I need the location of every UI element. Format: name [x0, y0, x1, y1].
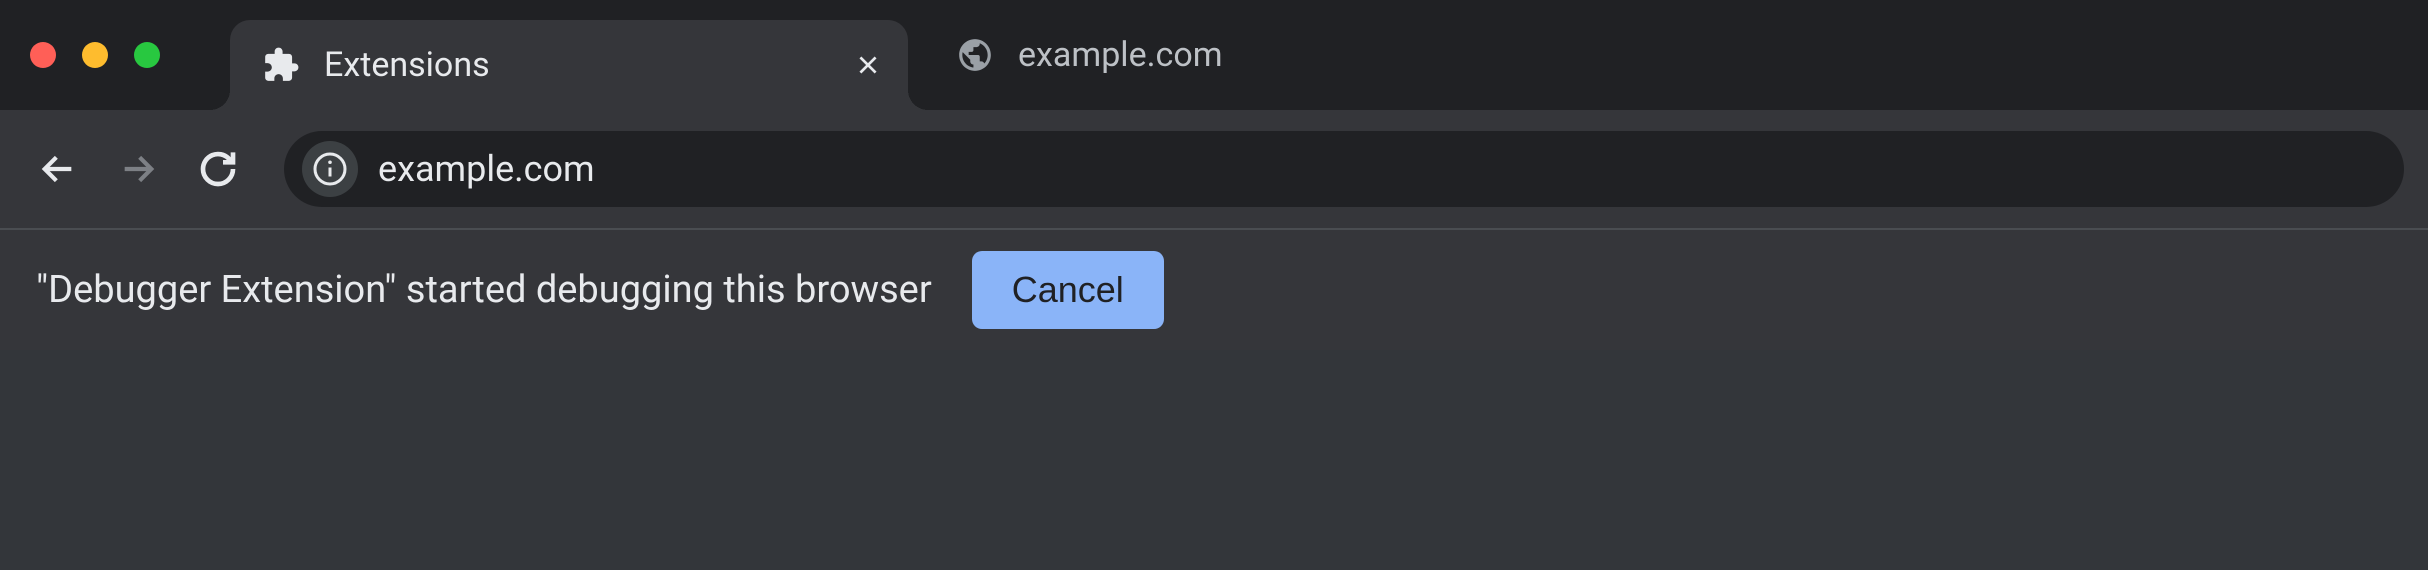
omnibox[interactable]: example.com: [284, 131, 2404, 207]
window-maximize-button[interactable]: [134, 42, 160, 68]
tab-extensions[interactable]: Extensions: [230, 20, 908, 110]
debugger-infobar: "Debugger Extension" started debugging t…: [0, 230, 2428, 350]
cancel-button[interactable]: Cancel: [972, 251, 1164, 329]
toolbar: example.com: [0, 110, 2428, 230]
site-info-button[interactable]: [302, 141, 358, 197]
reload-button[interactable]: [184, 135, 252, 203]
window-minimize-button[interactable]: [82, 42, 108, 68]
tab-close-button[interactable]: [848, 45, 888, 85]
tab-title: Extensions: [324, 45, 824, 85]
tab-title: example.com: [1018, 35, 1223, 75]
globe-icon: [956, 36, 994, 74]
back-button[interactable]: [24, 135, 92, 203]
tab-strip: Extensions example.com: [0, 0, 2428, 110]
tab-example[interactable]: example.com: [928, 15, 1251, 95]
infobar-message: "Debugger Extension" started debugging t…: [36, 268, 932, 312]
url-text: example.com: [378, 148, 595, 190]
window-close-button[interactable]: [30, 42, 56, 68]
extension-icon: [262, 46, 300, 84]
window-controls: [30, 42, 160, 68]
forward-button[interactable]: [104, 135, 172, 203]
